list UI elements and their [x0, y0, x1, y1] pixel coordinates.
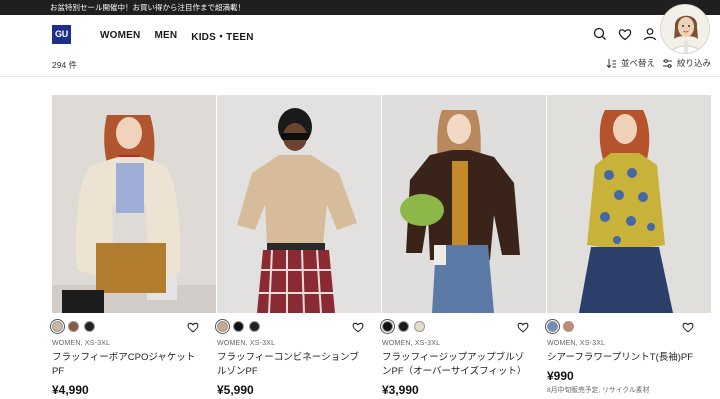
sort-icon: [606, 58, 616, 68]
color-swatches: [50, 319, 95, 334]
heart-icon[interactable]: [617, 26, 633, 42]
color-swatch[interactable]: [233, 321, 244, 332]
color-swatch[interactable]: [215, 319, 230, 334]
product-name[interactable]: シアーフラワープリントT(長袖)PF: [547, 351, 697, 365]
product-image[interactable]: [52, 95, 216, 313]
color-swatch[interactable]: [249, 321, 260, 332]
sort-button[interactable]: 並べ替え: [606, 57, 655, 69]
product-image[interactable]: [547, 95, 711, 313]
main-nav: WOMEN MEN KIDS・TEEN: [100, 15, 254, 55]
color-swatch[interactable]: [563, 321, 574, 332]
product-name[interactable]: フラッフィーコンビネーションブルゾンPF: [217, 351, 367, 379]
color-swatch[interactable]: [380, 319, 395, 334]
product-meta: WOMEN, XS-3XL: [382, 340, 441, 347]
color-swatch[interactable]: [414, 321, 425, 332]
favorite-heart-icon[interactable]: [351, 320, 365, 334]
product-name[interactable]: フラッフィーボアCPOジャケットPF: [52, 351, 202, 379]
product-price: ¥3,990: [382, 383, 419, 397]
product-meta: WOMEN, XS-3XL: [547, 340, 606, 347]
product-price: ¥5,990: [217, 383, 254, 397]
site-header: GU WOMEN MEN KIDS・TEEN: [0, 15, 720, 55]
color-swatch[interactable]: [545, 319, 560, 334]
favorite-heart-icon[interactable]: [681, 320, 695, 334]
presenter-avatar: [660, 4, 710, 54]
announcement-bar[interactable]: お盆特別セール開催中！お買い得から注目作まで超満載！: [0, 0, 720, 15]
filter-button[interactable]: 絞り込み: [662, 57, 711, 69]
sort-label: 並べ替え: [621, 58, 656, 68]
color-swatches: [215, 319, 260, 334]
color-swatch[interactable]: [50, 319, 65, 334]
color-swatch[interactable]: [68, 321, 79, 332]
result-count: 294 件: [52, 60, 78, 70]
product-meta: WOMEN, XS-3XL: [52, 340, 111, 347]
nav-men[interactable]: MEN: [154, 30, 177, 41]
color-swatch[interactable]: [84, 321, 95, 332]
user-icon[interactable]: [642, 26, 658, 42]
results-toolbar: 294 件 並べ替え 絞り込み: [0, 55, 720, 77]
product-image[interactable]: [217, 95, 381, 313]
color-swatches: [545, 319, 574, 334]
product-price: ¥4,990: [52, 383, 89, 397]
filter-icon: [663, 58, 672, 68]
product-note: 8月中旬販売予定, リサイクル素材: [547, 387, 650, 394]
gu-logo[interactable]: GU: [52, 25, 71, 44]
color-swatches: [380, 319, 425, 334]
product-name[interactable]: フラッフィージップアップブルゾンPF（オーバーサイズフィット）: [382, 351, 532, 379]
filter-label: 絞り込み: [677, 58, 712, 68]
product-image[interactable]: [382, 95, 546, 313]
color-swatch[interactable]: [398, 321, 409, 332]
nav-women[interactable]: WOMEN: [100, 30, 140, 41]
product-price: ¥990: [547, 369, 574, 383]
favorite-heart-icon[interactable]: [516, 320, 530, 334]
nav-kids-teen[interactable]: KIDS・TEEN: [191, 28, 253, 43]
product-meta: WOMEN, XS-3XL: [217, 340, 276, 347]
search-icon[interactable]: [592, 26, 608, 42]
announcement-text: お盆特別セール開催中！お買い得から注目作まで超満載！: [50, 3, 245, 12]
favorite-heart-icon[interactable]: [186, 320, 200, 334]
